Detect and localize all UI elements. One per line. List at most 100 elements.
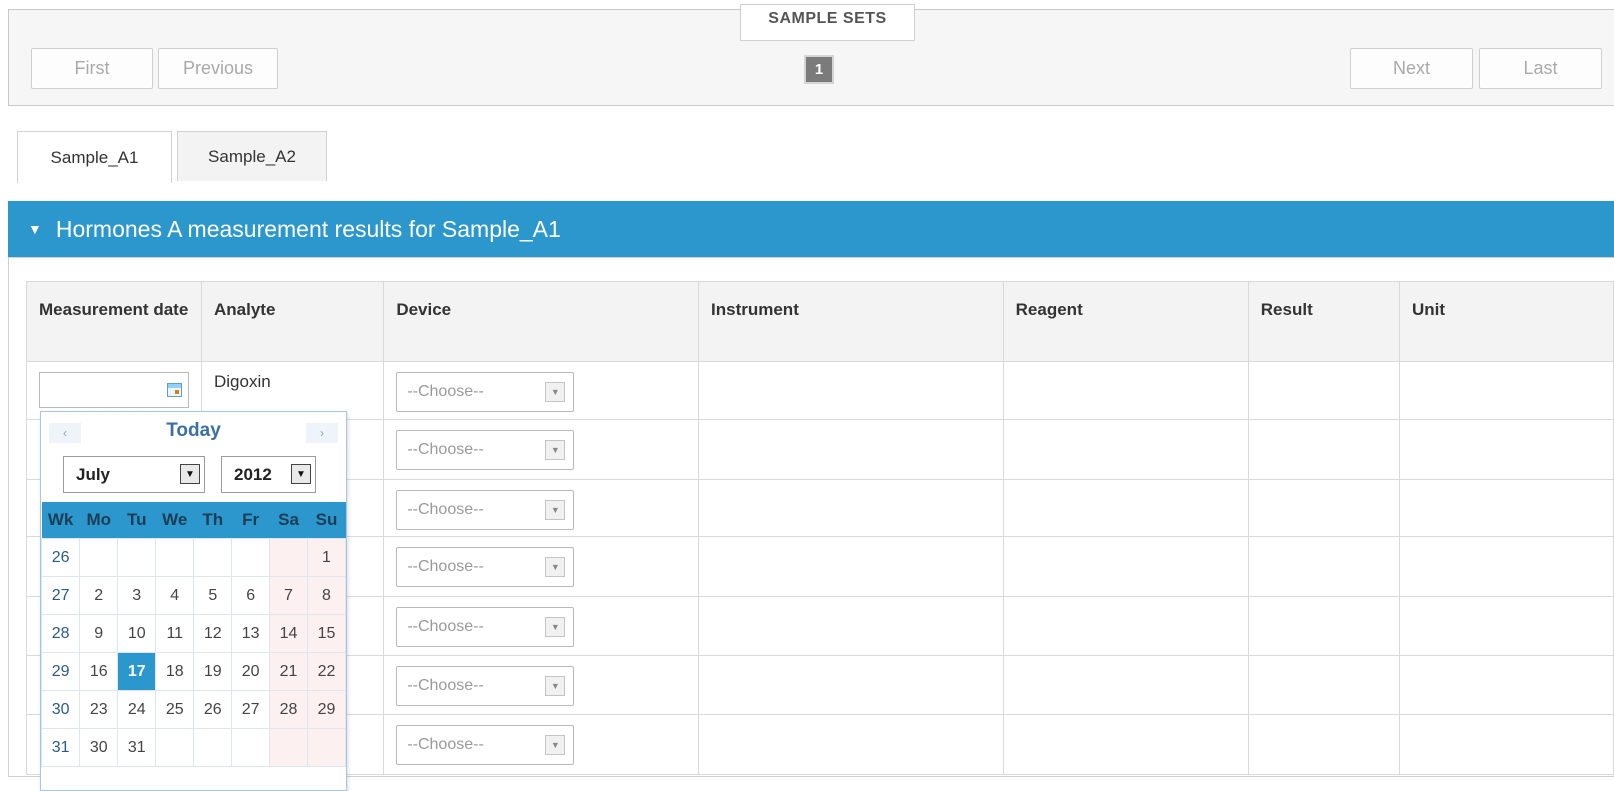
calendar-day[interactable]: 24 bbox=[117, 690, 157, 729]
previous-button[interactable]: Previous bbox=[158, 48, 278, 89]
calendar-day[interactable]: 5 bbox=[193, 576, 233, 615]
day-header: Th bbox=[193, 502, 232, 539]
calendar-day[interactable]: 15 bbox=[306, 614, 347, 653]
calendar-day[interactable]: 29 bbox=[306, 690, 347, 729]
first-button[interactable]: First bbox=[31, 48, 153, 89]
chevron-down-icon[interactable]: ▼ bbox=[545, 440, 566, 460]
calendar-empty-cell bbox=[231, 538, 271, 577]
chevron-down-icon[interactable]: ▼ bbox=[180, 464, 200, 484]
device-select[interactable]: --Choose-- ▼ bbox=[396, 372, 575, 412]
calendar-day[interactable]: 11 bbox=[155, 614, 195, 653]
section-header[interactable]: ▼ Hormones A measurement results for Sam… bbox=[8, 201, 1614, 257]
device-select-value: --Choose-- bbox=[407, 736, 484, 753]
device-select[interactable]: --Choose-- ▼ bbox=[396, 547, 575, 587]
week-number: 26 bbox=[40, 538, 81, 577]
column-header-instrument: Instrument bbox=[698, 281, 1004, 362]
tab-sample-a2[interactable]: Sample_A2 bbox=[177, 131, 327, 181]
device-select[interactable]: --Choose-- ▼ bbox=[396, 725, 575, 765]
column-header-device: Device bbox=[383, 281, 700, 362]
device-cell: --Choose-- ▼ bbox=[383, 479, 700, 537]
device-cell: --Choose-- ▼ bbox=[383, 596, 700, 656]
day-header: Fr bbox=[231, 502, 270, 539]
device-select[interactable]: --Choose-- ▼ bbox=[396, 666, 575, 706]
next-button[interactable]: Next bbox=[1350, 48, 1473, 89]
chevron-down-icon[interactable]: ▼ bbox=[545, 557, 566, 577]
chevron-down-icon[interactable]: ▼ bbox=[291, 464, 311, 484]
chevron-down-icon[interactable]: ▼ bbox=[545, 735, 566, 755]
reagent-cell bbox=[1002, 361, 1249, 420]
column-header-analyte: Analyte bbox=[200, 281, 385, 362]
chevron-down-icon[interactable]: ▼ bbox=[545, 382, 566, 402]
calendar-day[interactable]: 7 bbox=[269, 576, 308, 615]
calendar-day[interactable]: 25 bbox=[155, 690, 195, 729]
calendar-week-row: 30 23 24 25 26 27 28 29 bbox=[40, 690, 347, 729]
calendar-day[interactable]: 22 bbox=[306, 652, 347, 691]
reagent-cell bbox=[1002, 479, 1249, 537]
calendar-week-row: 28 9 10 11 12 13 14 15 bbox=[40, 614, 347, 653]
table-header-row: Measurement date Analyte Device Instrume… bbox=[26, 281, 1614, 362]
calendar-day[interactable]: 1 bbox=[306, 538, 347, 577]
column-header-unit: Unit bbox=[1398, 281, 1614, 362]
calendar-day[interactable]: 10 bbox=[117, 614, 157, 653]
calendar-day[interactable]: 28 bbox=[269, 690, 308, 729]
tab-sample-a1[interactable]: Sample_A1 bbox=[17, 131, 172, 183]
collapse-caret-icon[interactable]: ▼ bbox=[28, 221, 42, 237]
calendar-day[interactable]: 13 bbox=[231, 614, 271, 653]
chevron-down-icon[interactable]: ▼ bbox=[545, 617, 566, 637]
last-button[interactable]: Last bbox=[1479, 48, 1602, 89]
device-select[interactable]: --Choose-- ▼ bbox=[396, 607, 575, 647]
week-number: 29 bbox=[40, 652, 81, 691]
device-select[interactable]: --Choose-- ▼ bbox=[396, 490, 575, 530]
device-select[interactable]: --Choose-- ▼ bbox=[396, 430, 575, 470]
calendar-day[interactable]: 3 bbox=[117, 576, 157, 615]
calendar-day[interactable]: 21 bbox=[269, 652, 308, 691]
calendar-day[interactable]: 19 bbox=[193, 652, 233, 691]
calendar-empty-cell bbox=[193, 538, 233, 577]
calendar-day[interactable]: 20 bbox=[231, 652, 271, 691]
chevron-down-icon[interactable]: ▼ bbox=[545, 676, 566, 696]
device-select-value: --Choose-- bbox=[407, 383, 484, 400]
today-button[interactable]: Today bbox=[41, 420, 346, 442]
day-header: Wk bbox=[41, 502, 80, 539]
calendar-week-row: 27 2 3 4 5 6 7 8 bbox=[40, 576, 347, 615]
year-select[interactable]: 2012 ▼ bbox=[221, 456, 316, 493]
unit-cell bbox=[1398, 361, 1614, 420]
unit-cell bbox=[1398, 419, 1614, 480]
calendar-empty-cell bbox=[79, 538, 119, 577]
calendar-day[interactable]: 16 bbox=[79, 652, 119, 691]
calendar-icon[interactable] bbox=[167, 383, 182, 397]
month-select-value: July bbox=[76, 464, 111, 484]
column-header-reagent: Reagent bbox=[1002, 281, 1249, 362]
measurement-date-input[interactable] bbox=[39, 372, 189, 408]
sample-sets-legend: SAMPLE SETS bbox=[740, 4, 915, 41]
result-cell bbox=[1247, 361, 1400, 420]
calendar-day[interactable]: 23 bbox=[79, 690, 119, 729]
calendar-day[interactable]: 2 bbox=[79, 576, 119, 615]
calendar-day[interactable]: 12 bbox=[193, 614, 233, 653]
calendar-day[interactable]: 8 bbox=[306, 576, 347, 615]
instrument-cell bbox=[698, 596, 1004, 656]
page-number-1[interactable]: 1 bbox=[804, 55, 834, 84]
calendar-day[interactable]: 9 bbox=[79, 614, 119, 653]
calendar-day[interactable]: 26 bbox=[193, 690, 233, 729]
device-cell: --Choose-- ▼ bbox=[383, 361, 700, 420]
calendar-day[interactable]: 18 bbox=[155, 652, 195, 691]
device-cell: --Choose-- ▼ bbox=[383, 536, 700, 597]
calendar-day[interactable]: 14 bbox=[269, 614, 308, 653]
calendar-day[interactable]: 6 bbox=[231, 576, 271, 615]
section-title: Hormones A measurement results for Sampl… bbox=[55, 215, 561, 242]
month-select[interactable]: July ▼ bbox=[63, 456, 205, 493]
calendar-empty-cell bbox=[117, 538, 157, 577]
result-cell bbox=[1247, 596, 1400, 656]
reagent-cell bbox=[1002, 714, 1249, 775]
chevron-down-icon[interactable]: ▼ bbox=[545, 500, 566, 520]
result-cell bbox=[1247, 536, 1400, 597]
calendar-day[interactable]: 17 bbox=[117, 652, 157, 691]
next-month-button[interactable]: › bbox=[306, 423, 338, 443]
calendar-day[interactable]: 27 bbox=[231, 690, 271, 729]
day-header: Mo bbox=[79, 502, 118, 539]
instrument-cell bbox=[698, 361, 1004, 420]
device-select-value: --Choose-- bbox=[407, 558, 484, 575]
calendar-week-row: 29 16 17 18 19 20 21 22 bbox=[40, 652, 347, 691]
calendar-day[interactable]: 4 bbox=[155, 576, 195, 615]
